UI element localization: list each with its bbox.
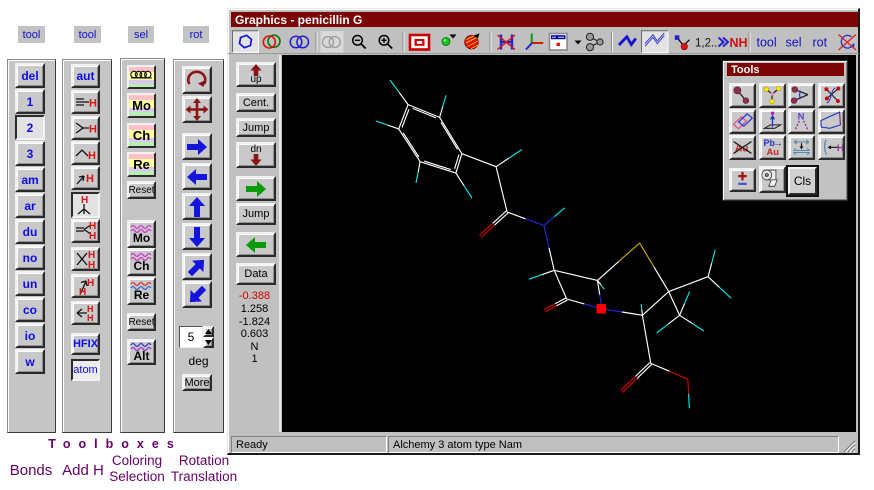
- svg-text:sel: sel: [786, 36, 802, 50]
- svg-text:H: H: [88, 150, 96, 162]
- svg-text:N: N: [798, 111, 805, 121]
- svg-text:H: H: [79, 287, 86, 296]
- svg-text:tool: tool: [757, 36, 777, 50]
- svg-text:H: H: [89, 123, 97, 135]
- svg-text:Au: Au: [766, 147, 779, 157]
- svg-text:→: →: [773, 137, 782, 147]
- svg-text:H: H: [86, 173, 94, 185]
- svg-text:H: H: [87, 313, 94, 323]
- svg-text:NH: NH: [730, 36, 748, 50]
- svg-text:H: H: [89, 97, 97, 109]
- svg-text:H: H: [88, 260, 95, 269]
- svg-text:H: H: [837, 142, 843, 152]
- svg-text:H: H: [89, 231, 96, 241]
- svg-text:H: H: [87, 278, 94, 289]
- svg-text:1,2..: 1,2..: [695, 38, 717, 50]
- svg-text:rot: rot: [813, 36, 828, 50]
